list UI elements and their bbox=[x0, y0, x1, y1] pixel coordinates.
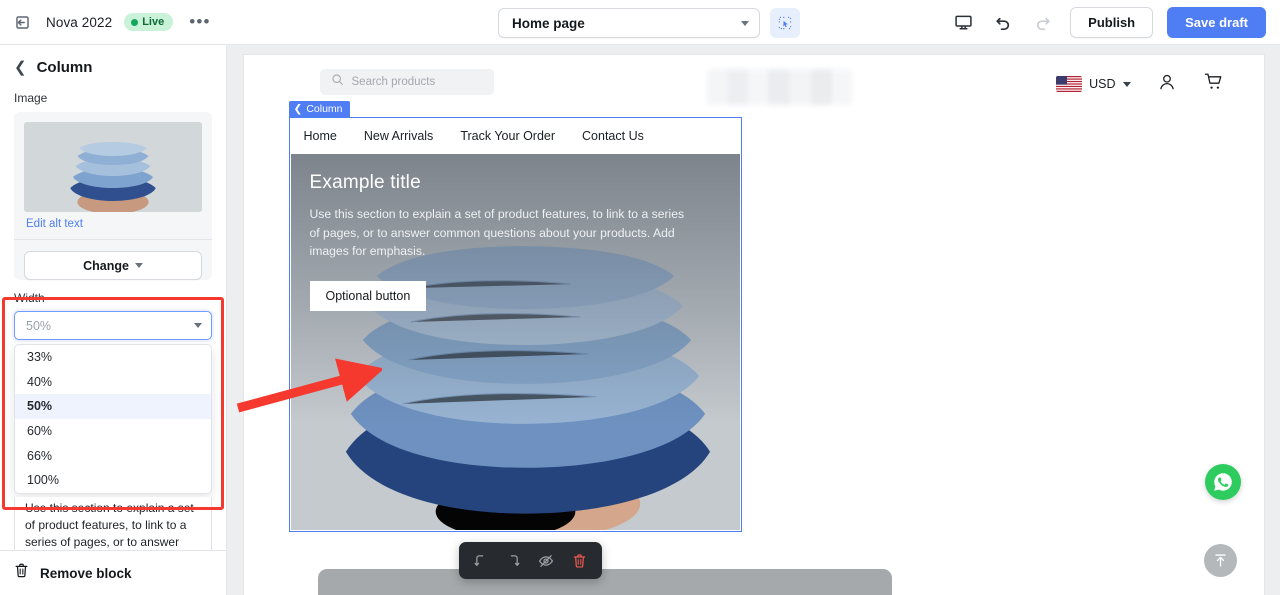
width-options-dropdown: 33% 40% 50% 60% 66% 100% bbox=[14, 344, 212, 494]
hero-body-text: Use this section to explain a set of pro… bbox=[309, 207, 685, 258]
change-image-button[interactable]: Change bbox=[24, 251, 202, 280]
nav-link-new-arrivals[interactable]: New Arrivals bbox=[364, 129, 433, 143]
whatsapp-icon[interactable] bbox=[1204, 464, 1241, 500]
hero-optional-button[interactable]: Optional button bbox=[309, 280, 427, 311]
live-dot-icon bbox=[131, 18, 139, 26]
selected-block-label: Column bbox=[306, 103, 343, 115]
arrow-up-to-line-icon bbox=[1214, 554, 1226, 567]
hide-eye-slash-icon[interactable] bbox=[534, 549, 558, 573]
page-selector-dropdown[interactable]: Home page bbox=[498, 8, 760, 38]
sidebar-header: ❮ Column bbox=[0, 45, 226, 86]
hero-content: Example title Use this section to explai… bbox=[309, 172, 716, 311]
store-logo bbox=[706, 69, 852, 105]
width-option-40[interactable]: 40% bbox=[15, 370, 211, 395]
next-section-placeholder bbox=[317, 569, 892, 595]
storefront-header-actions: USD bbox=[1056, 71, 1223, 97]
search-icon bbox=[331, 73, 344, 91]
left-settings-sidebar: ❮ Column Image Edit alt text Change Widt… bbox=[0, 45, 227, 595]
status-badge: Live bbox=[124, 13, 174, 31]
desktop-preview-icon[interactable] bbox=[950, 10, 976, 36]
width-option-33[interactable]: 33% bbox=[15, 345, 211, 370]
page-selector-value: Home page bbox=[512, 15, 585, 31]
topbar-center-group: Home page bbox=[498, 8, 800, 38]
width-option-60[interactable]: 60% bbox=[15, 419, 211, 444]
remove-block-label: Remove block bbox=[40, 565, 132, 581]
width-option-66[interactable]: 66% bbox=[15, 443, 211, 468]
chevron-down-icon bbox=[134, 263, 143, 268]
remove-block-button[interactable]: Remove block bbox=[0, 550, 226, 595]
currency-selector[interactable]: USD bbox=[1056, 76, 1131, 92]
user-account-icon[interactable] bbox=[1157, 72, 1177, 97]
storefront-header: Search products USD bbox=[244, 55, 1264, 105]
move-down-icon[interactable] bbox=[502, 549, 526, 573]
move-up-icon[interactable] bbox=[469, 549, 493, 573]
hero-title: Example title bbox=[309, 172, 421, 193]
us-flag-icon bbox=[1056, 76, 1083, 92]
preview-canvas: Search products USD ❮ Column Home New Ar… bbox=[227, 45, 1280, 595]
currency-code: USD bbox=[1089, 77, 1116, 91]
block-action-toolbar bbox=[458, 542, 602, 579]
chevron-down-icon bbox=[194, 323, 202, 328]
publish-button[interactable]: Publish bbox=[1070, 7, 1154, 38]
image-thumbnail[interactable] bbox=[24, 122, 202, 212]
more-options-button[interactable]: ••• bbox=[185, 13, 214, 30]
width-setting-group: Width 50% 33% 40% 50% 60% 66% 100% bbox=[0, 291, 226, 494]
chevron-left-icon: ❮ bbox=[293, 103, 303, 115]
storefront-nav: Home New Arrivals Track Your Order Conta… bbox=[290, 118, 741, 154]
search-input[interactable]: Search products bbox=[319, 69, 494, 95]
change-image-label: Change bbox=[83, 258, 129, 273]
width-select-value: 50% bbox=[26, 318, 52, 333]
chevron-left-icon[interactable]: ❮ bbox=[14, 60, 27, 75]
search-placeholder: Search products bbox=[351, 76, 436, 88]
nav-link-home[interactable]: Home bbox=[304, 129, 337, 143]
storefront-preview: Search products USD ❮ Column Home New Ar… bbox=[243, 55, 1264, 595]
page-title: Column bbox=[36, 59, 93, 76]
top-toolbar: Nova 2022 Live ••• Home page Publish Sav… bbox=[0, 0, 1280, 45]
store-name: Nova 2022 bbox=[46, 14, 113, 30]
hero-section: Example title Use this section to explai… bbox=[290, 154, 740, 530]
divider bbox=[14, 239, 212, 240]
edit-alt-text-link[interactable]: Edit alt text bbox=[24, 212, 202, 239]
page-builder-app: Nova 2022 Live ••• Home page Publish Sav… bbox=[0, 0, 1280, 595]
chevron-down-icon bbox=[741, 20, 749, 26]
chevron-down-icon bbox=[1122, 81, 1131, 87]
image-settings-card: Edit alt text Change bbox=[14, 112, 212, 280]
jeans-thumbnail-graphic bbox=[24, 122, 202, 212]
exit-left-icon[interactable] bbox=[10, 10, 34, 34]
status-badge-label: Live bbox=[142, 16, 165, 28]
selected-column-block[interactable]: Home New Arrivals Track Your Order Conta… bbox=[288, 117, 742, 532]
topbar-right-group: Publish Save draft bbox=[950, 7, 1266, 38]
nav-link-track-your-order[interactable]: Track Your Order bbox=[460, 129, 555, 143]
width-option-50[interactable]: 50% bbox=[15, 394, 211, 419]
selected-block-badge[interactable]: ❮ Column bbox=[288, 101, 350, 117]
scroll-to-top-button[interactable] bbox=[1203, 544, 1237, 577]
topbar-left-group: Nova 2022 Live ••• bbox=[0, 10, 215, 34]
delete-trash-icon[interactable] bbox=[567, 549, 591, 573]
selection-marquee-icon[interactable] bbox=[770, 8, 800, 38]
width-option-100[interactable]: 100% bbox=[15, 468, 211, 493]
trash-icon bbox=[14, 562, 29, 584]
redo-icon bbox=[1030, 10, 1056, 36]
save-draft-button[interactable]: Save draft bbox=[1167, 7, 1266, 38]
nav-link-contact-us[interactable]: Contact Us bbox=[582, 129, 644, 143]
undo-icon[interactable] bbox=[990, 10, 1016, 36]
shopping-cart-icon[interactable] bbox=[1203, 71, 1224, 97]
width-label: Width bbox=[14, 291, 45, 305]
image-section-label: Image bbox=[14, 91, 48, 105]
width-select-input[interactable]: 50% bbox=[14, 311, 212, 340]
